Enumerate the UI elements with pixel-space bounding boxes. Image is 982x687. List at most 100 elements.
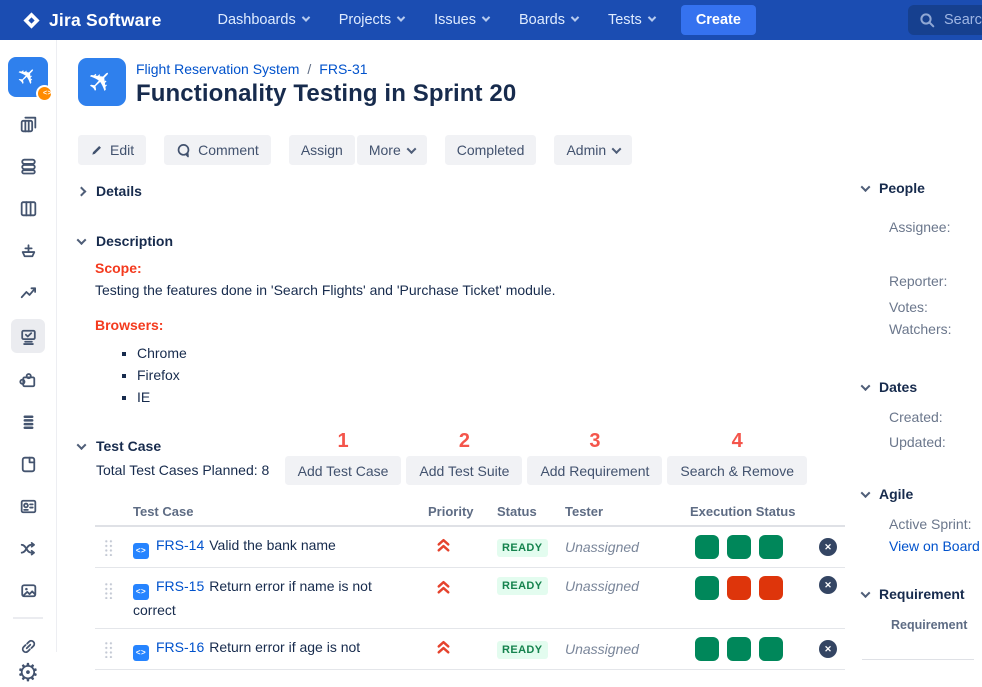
execution-step[interactable] (727, 576, 751, 600)
add-test-suite-button[interactable]: Add Test Suite (406, 456, 522, 485)
view-on-board-link[interactable]: View on Board (889, 539, 982, 553)
execution-step[interactable] (727, 637, 751, 661)
requirement-section-header[interactable]: Requirement (862, 586, 982, 602)
tester-value[interactable]: Unassigned (565, 578, 690, 594)
chevron-down-icon (482, 13, 490, 21)
table-row: FRS-14 Valid the bank name READY Unassign… (95, 527, 845, 568)
tester-value[interactable]: Unassigned (565, 539, 690, 555)
test-case-key-link[interactable]: FRS-14 (156, 537, 204, 553)
col-test-case: Test Case (133, 504, 428, 519)
link-icon[interactable] (11, 631, 45, 661)
remove-test-case-button[interactable] (819, 640, 837, 658)
add-test-case-button[interactable]: Add Test Case (285, 456, 402, 485)
shuffle-icon[interactable] (11, 533, 45, 563)
sidebar-divider (13, 617, 43, 619)
chevron-down-icon (612, 144, 622, 154)
breadcrumb-project-link[interactable]: Flight Reservation System (136, 61, 299, 77)
tests-icon[interactable] (11, 319, 45, 353)
edit-button[interactable]: Edit (78, 135, 146, 165)
top-navbar: Jira Software Dashboards Projects Issues… (0, 0, 982, 40)
execution-step[interactable] (727, 535, 751, 559)
tester-value[interactable]: Unassigned (565, 641, 690, 657)
remove-test-case-button[interactable] (819, 576, 837, 594)
details-section-label: Details (96, 183, 142, 199)
media-icon[interactable] (11, 575, 45, 605)
assign-button[interactable]: Assign (289, 135, 355, 165)
create-button[interactable]: Create (681, 5, 756, 35)
project-avatar: ✈ (78, 58, 126, 106)
breadcrumb-issue-key-link[interactable]: FRS-31 (319, 61, 367, 77)
description-section-label: Description (96, 233, 173, 249)
execution-step[interactable] (759, 637, 783, 661)
nav-boards[interactable]: Boards (519, 12, 578, 28)
agile-section-header[interactable]: Agile (862, 486, 982, 502)
chevron-down-icon[interactable] (861, 381, 871, 391)
test-type-icon (133, 645, 149, 661)
test-case-summary[interactable]: Valid the bank name (209, 537, 336, 553)
sidebar-project-avatar[interactable]: ✈ <> (8, 57, 48, 97)
reporter-label: Reporter: (889, 274, 982, 288)
board-icon[interactable] (11, 193, 45, 223)
queues-icon[interactable] (11, 151, 45, 181)
chevron-right-icon[interactable] (77, 186, 87, 196)
test-case-key-link[interactable]: FRS-15 (156, 578, 204, 594)
issue-toolbar: Edit Comment Assign More Completed Admin (78, 135, 862, 165)
annotation-number-3: 3 (589, 430, 600, 452)
status-badge: READY (497, 539, 548, 557)
drag-handle-icon[interactable] (104, 582, 114, 599)
remove-test-case-button[interactable] (819, 538, 837, 556)
profile-card-icon[interactable] (11, 491, 45, 521)
completed-button[interactable]: Completed (445, 135, 537, 165)
left-sidebar: ✈ <> ⚙ (0, 40, 57, 652)
chevron-down-icon (571, 13, 579, 21)
comment-button[interactable]: Comment (164, 135, 271, 165)
releases-icon[interactable] (11, 235, 45, 265)
test-type-icon (133, 543, 149, 559)
list-icon[interactable] (11, 407, 45, 437)
execution-step[interactable] (695, 576, 719, 600)
details-section-header[interactable]: Details (78, 183, 862, 199)
dates-section-header[interactable]: Dates (862, 379, 982, 395)
add-requirement-button[interactable]: Add Requirement (527, 456, 662, 485)
chevron-down-icon[interactable] (77, 235, 87, 245)
chevron-down-icon (648, 13, 656, 21)
chevron-down-icon (406, 144, 416, 154)
sidebar-divider (862, 659, 974, 660)
watchers-label: Watchers: (889, 322, 982, 336)
reports-icon[interactable] (11, 277, 45, 307)
test-case-key-link[interactable]: FRS-16 (156, 639, 204, 655)
search-remove-button[interactable]: Search & Remove (667, 456, 807, 485)
search-input[interactable] (944, 12, 982, 28)
test-case-controls: Total Test Cases Planned: 8 1 Add Test C… (96, 430, 807, 485)
backlog-icon[interactable] (11, 109, 45, 139)
search-box[interactable] (908, 5, 982, 35)
execution-step[interactable] (759, 576, 783, 600)
admin-button[interactable]: Admin (554, 135, 632, 165)
add-ons-icon[interactable] (11, 365, 45, 395)
description-section-header[interactable]: Description (78, 233, 862, 249)
chevron-down-icon[interactable] (77, 440, 87, 450)
execution-step[interactable] (695, 637, 719, 661)
execution-step[interactable] (695, 535, 719, 559)
jira-logo[interactable]: Jira Software (22, 10, 162, 31)
pencil-icon (90, 144, 103, 157)
people-section-header[interactable]: People (862, 180, 982, 196)
more-button[interactable]: More (357, 135, 427, 165)
chevron-down-icon[interactable] (861, 488, 871, 498)
requirement-section-label: Requirement (879, 586, 965, 602)
pages-icon[interactable] (11, 449, 45, 479)
execution-status-cell (690, 637, 815, 661)
browser-item: Chrome (137, 345, 862, 361)
chevron-down-icon[interactable] (861, 182, 871, 192)
settings-gear-icon[interactable]: ⚙ (17, 661, 39, 686)
chevron-down-icon[interactable] (861, 588, 871, 598)
drag-handle-icon[interactable] (104, 539, 114, 556)
nav-dashboards[interactable]: Dashboards (218, 12, 309, 28)
browser-item: IE (137, 389, 862, 405)
nav-projects[interactable]: Projects (339, 12, 404, 28)
nav-tests[interactable]: Tests (608, 12, 655, 28)
test-case-summary[interactable]: Return error if age is not (209, 639, 360, 655)
drag-handle-icon[interactable] (104, 641, 114, 658)
execution-step[interactable] (759, 535, 783, 559)
nav-issues[interactable]: Issues (434, 12, 489, 28)
